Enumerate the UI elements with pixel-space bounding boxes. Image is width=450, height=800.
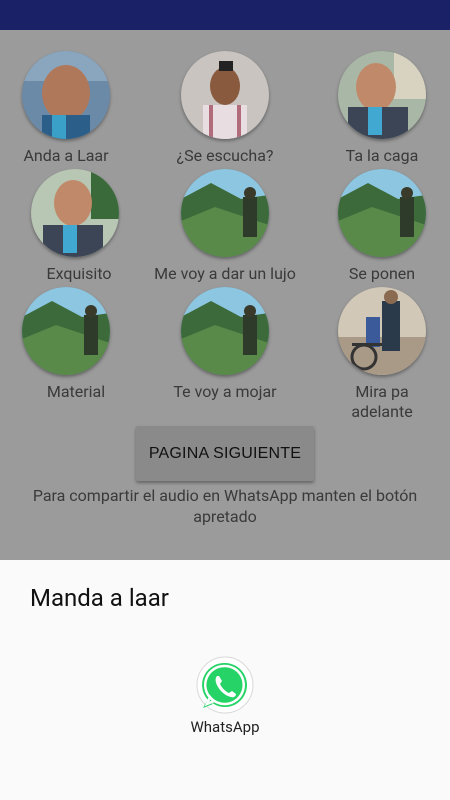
man-photo-avatar bbox=[338, 51, 426, 139]
sound-label: Anda a Laar bbox=[23, 146, 109, 165]
man-photo-avatar bbox=[31, 169, 119, 257]
sound-label: Me voy a dar un lujo bbox=[154, 264, 296, 283]
sound-label: Te voy a mojar bbox=[173, 382, 277, 401]
next-page-button[interactable]: PAGINA SIGUIENTE bbox=[136, 426, 314, 481]
share-sheet-title: Manda a laar bbox=[30, 584, 169, 612]
mountain-photo-avatar bbox=[338, 169, 426, 257]
status-bar bbox=[0, 0, 450, 30]
man-photo-avatar bbox=[22, 51, 110, 139]
mountain-photo-avatar bbox=[181, 287, 269, 375]
sound-label: ¿Se escucha? bbox=[176, 146, 274, 165]
soundboard-screen: Anda a Laar ¿Se escucha? Ta la caga Exqu… bbox=[0, 30, 450, 560]
bike-photo-avatar bbox=[338, 287, 426, 375]
mountain-photo-avatar bbox=[181, 169, 269, 257]
share-bottom-sheet: Manda a laar WhatsApp bbox=[0, 560, 450, 800]
share-hint-text: Para compartir el audio en WhatsApp mant… bbox=[32, 486, 418, 526]
sound-label: Exquisito bbox=[46, 264, 112, 283]
sound-label-line2: adelante bbox=[351, 402, 413, 421]
whatsapp-icon bbox=[196, 656, 254, 714]
share-target-label: WhatsApp bbox=[190, 718, 260, 736]
sound-label: Ta la caga bbox=[345, 146, 419, 165]
man-photo-avatar bbox=[181, 51, 269, 139]
sound-label: Material bbox=[46, 382, 106, 401]
sound-label: Mira pa bbox=[355, 382, 409, 401]
sound-label: Se ponen bbox=[348, 264, 416, 283]
share-target-whatsapp[interactable]: WhatsApp bbox=[170, 656, 280, 736]
mountain-photo-avatar bbox=[22, 287, 110, 375]
